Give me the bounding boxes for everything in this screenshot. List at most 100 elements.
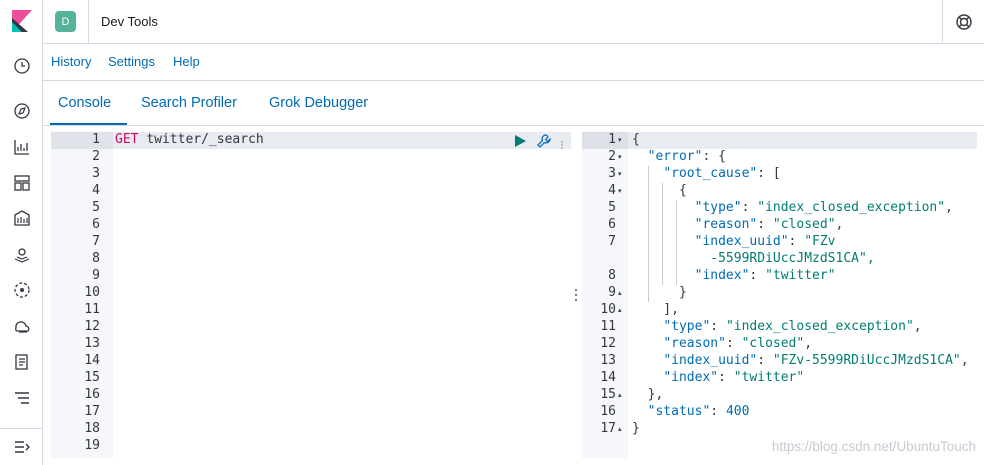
history-link[interactable]: History <box>51 54 91 69</box>
response-code-line: "index_uuid": "FZv <box>694 234 836 249</box>
response-output[interactable]: 1 ▾{2 ▾ "error": {3 ▾ "root_cause": [4 ▾ {5 … <box>582 131 977 458</box>
request-line-number: 4 <box>92 183 100 198</box>
response-code-line: "reason": "closed", <box>694 217 844 232</box>
tabs-divider <box>43 125 984 126</box>
request-line-number: 6 <box>92 217 100 232</box>
request-line-number: 12 <box>84 319 100 334</box>
space-avatar[interactable]: D <box>55 11 76 32</box>
request-line-number: 5 <box>92 200 100 215</box>
visualize-icon[interactable] <box>12 137 32 157</box>
kibana-logo-icon[interactable] <box>12 10 32 32</box>
response-code-line: "reason": "closed", <box>663 336 813 351</box>
response-active-line <box>582 132 977 149</box>
request-line-number: 16 <box>84 387 100 402</box>
settings-link[interactable]: Settings <box>108 54 155 69</box>
response-code-line: } <box>632 285 687 300</box>
help-button[interactable] <box>942 0 984 44</box>
request-actions-button[interactable] <box>537 134 551 148</box>
drag-handle-icon[interactable] <box>561 136 563 149</box>
apm-icon[interactable] <box>12 388 32 408</box>
request-line-number: 9 <box>92 268 100 283</box>
request-line-number: 2 <box>92 149 100 164</box>
response-line-number: 9 <box>608 285 616 300</box>
tab-search-profiler[interactable]: Search Profiler <box>141 95 237 111</box>
response-code-line: }, <box>632 387 664 402</box>
compass-icon[interactable] <box>12 101 32 121</box>
help-link[interactable]: Help <box>173 54 200 69</box>
response-code-line: -5599RDiUccJMzdS1CA", <box>710 251 875 266</box>
request-line-number: 8 <box>92 251 100 266</box>
infra-icon[interactable] <box>12 316 32 336</box>
request-line-number: 18 <box>84 421 100 436</box>
request-method: GET <box>115 132 139 147</box>
watermark: https://blog.csdn.net/UbuntuTouch <box>771 439 976 454</box>
response-line-number: 7 <box>608 234 616 249</box>
app-header: D Dev Tools <box>43 0 984 44</box>
response-code-line: } <box>632 421 640 436</box>
response-code-line: "index_uuid": "FZv-5599RDiUccJMzdS1CA", <box>663 353 969 368</box>
response-line-number: 3 <box>608 166 616 181</box>
request-line-number: 10 <box>84 285 100 300</box>
panel-resizer-icon[interactable] <box>573 287 579 303</box>
response-line-number: 15 <box>600 387 616 402</box>
fold-toggle-icon[interactable]: ▴ <box>618 306 622 314</box>
response-line-number: 8 <box>608 268 616 283</box>
fold-toggle-icon[interactable]: ▾ <box>618 187 622 195</box>
response-code-line: "index": "twitter" <box>663 370 805 385</box>
response-line-number: 17 <box>600 421 616 436</box>
request-line-number: 7 <box>92 234 100 249</box>
response-line-number: 6 <box>608 217 616 232</box>
request-line-number: 3 <box>92 166 100 181</box>
response-line-number: 10 <box>600 302 616 317</box>
request-line-number: 13 <box>84 336 100 351</box>
fold-toggle-icon[interactable]: ▾ <box>618 170 622 178</box>
response-line-number: 4 <box>608 183 616 198</box>
side-nav <box>0 0 43 465</box>
response-line-number: 2 <box>608 149 616 164</box>
response-line-number: 1 <box>608 132 616 147</box>
response-code-line: "root_cause": [ <box>663 166 781 181</box>
request-line-number: 19 <box>84 438 100 453</box>
send-request-button[interactable] <box>514 134 526 147</box>
ml-icon[interactable] <box>12 280 32 300</box>
response-code-line: ], <box>632 302 679 317</box>
request-editor[interactable]: 1 2 3 4 5 6 7 8 9 10 11 12 13 14 15 16 17 18 19 GET twitte… <box>51 131 571 458</box>
request-line-number: 14 <box>84 353 100 368</box>
request-line-number: 11 <box>84 302 100 317</box>
fold-toggle-icon[interactable]: ▴ <box>618 425 622 433</box>
wrench-icon <box>537 134 551 148</box>
page-title: Dev Tools <box>101 14 158 29</box>
response-line-number: 12 <box>600 336 616 351</box>
dev-tools-menu: History Settings Help <box>43 44 984 81</box>
play-icon <box>515 135 526 147</box>
request-line-number: 17 <box>84 404 100 419</box>
request-line-number: 15 <box>84 370 100 385</box>
tab-grok-debugger[interactable]: Grok Debugger <box>269 95 368 111</box>
request-line-number: 1 <box>92 132 100 147</box>
response-line-number: 13 <box>600 353 616 368</box>
response-line-number: 14 <box>600 370 616 385</box>
tab-bar: Console Search Profiler Grok Debugger <box>43 82 984 126</box>
fold-toggle-icon[interactable]: ▾ <box>618 136 622 144</box>
header-divider <box>88 0 89 44</box>
response-code-line: "status": 400 <box>647 404 750 419</box>
canvas-icon[interactable] <box>12 208 32 228</box>
fold-toggle-icon[interactable]: ▾ <box>618 153 622 161</box>
dashboard-icon[interactable] <box>12 173 32 193</box>
clock-icon[interactable] <box>12 56 32 76</box>
tab-console[interactable]: Console <box>58 95 111 111</box>
logs-icon[interactable] <box>12 352 32 372</box>
response-code-line: { <box>632 183 687 198</box>
response-code-line: "type": "index_closed_exception", <box>663 319 922 334</box>
request-line[interactable]: GET twitter/_search <box>115 132 264 147</box>
response-code-line: "index": "twitter" <box>694 268 836 283</box>
fold-toggle-icon[interactable]: ▴ <box>618 289 622 297</box>
maps-icon[interactable] <box>12 244 32 264</box>
collapse-icon <box>14 441 30 453</box>
response-code-line: "type": "index_closed_exception", <box>694 200 953 215</box>
response-code-line: { <box>632 132 640 147</box>
response-line-number: 5 <box>608 200 616 215</box>
collapse-nav-button[interactable] <box>0 428 43 465</box>
fold-toggle-icon[interactable]: ▴ <box>618 391 622 399</box>
request-path: twitter/_search <box>146 132 264 147</box>
